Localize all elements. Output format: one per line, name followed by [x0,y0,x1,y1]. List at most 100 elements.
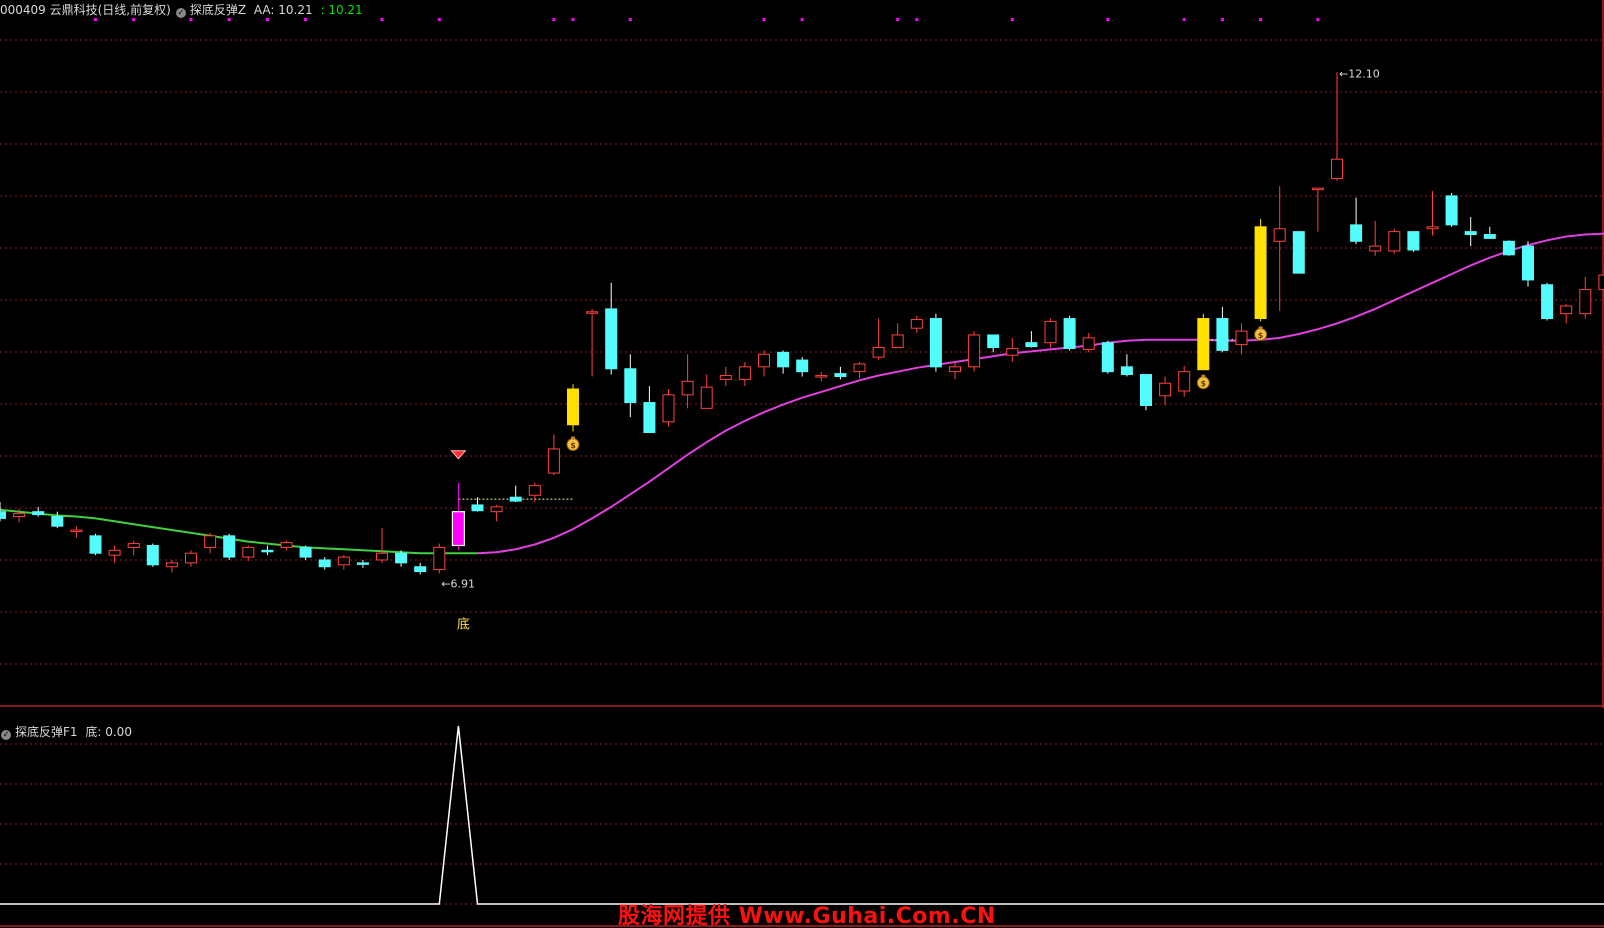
settings-circle-icon[interactable]: ✓ [175,8,186,18]
candle-body [1445,195,1458,226]
candle [395,550,408,567]
candle [185,550,197,567]
candle [1350,197,1363,245]
top-signal-dot [437,18,441,21]
candle [681,354,694,409]
candle-body [777,351,790,368]
candle [605,282,618,375]
candle [796,357,809,377]
red-gem-icon [450,450,467,460]
candle-body [624,368,637,404]
indicator-name: 探底反弹Z [189,3,247,17]
candle-body [1273,228,1286,242]
candle-body [433,546,446,571]
candle [280,540,293,551]
candle-body [1082,337,1095,350]
candle-body [949,366,961,373]
candle-body [1369,245,1382,252]
candle-body [929,318,942,368]
candle-body [261,549,274,553]
candle [910,315,923,334]
candle [719,366,732,387]
candle-body [1311,187,1324,191]
candle [165,559,178,573]
top-signal-dot [1106,18,1110,21]
candle [204,532,217,554]
candle [1082,333,1095,353]
candle-body [1063,318,1076,349]
candle [1560,304,1573,324]
candle [586,308,599,377]
candle [1006,337,1019,362]
candle [700,374,713,409]
candle-body [1541,284,1554,320]
candle-body [165,562,178,568]
candle [1407,231,1420,252]
indicator-panel[interactable] [0,708,1604,928]
money-bag-glyph: $ [570,441,576,450]
top-signal-dot [628,18,632,21]
candle [949,362,961,380]
top-signal-dot [552,18,556,21]
candle [1063,315,1076,351]
candle-body [32,511,45,516]
candle [738,362,751,387]
candle-body [834,373,847,377]
candle [1120,354,1133,377]
candle-body [242,546,255,558]
candle-body [280,542,293,548]
candle [490,504,503,522]
candle-body [567,388,579,426]
candlestick-series [0,72,1604,575]
candle-body [1292,231,1305,274]
candle [127,540,140,556]
candle-body [547,448,560,474]
candle-body [509,496,522,502]
candle [261,545,274,556]
candle-body [414,566,427,573]
candle [337,555,350,570]
candle [414,562,427,575]
price-chart-panel[interactable]: ←6.91 底 $ $ $ ←12.10 [0,0,1604,708]
top-signal-dot [896,18,900,21]
aa-label: AA: 10.21 [253,3,313,17]
candle [643,386,656,433]
top-signal-dot [800,18,804,21]
candle-body [127,543,140,548]
candle-body [337,556,350,566]
money-bag-neck [571,436,575,440]
candle [1311,187,1324,232]
kline-chart-window: ←6.91 底 $ $ $ ←12.10 000409 云鼎科技(日线,前复权) ✓ 探底反弹… [0,0,1604,928]
candle [1331,72,1343,181]
candle [1178,365,1191,397]
candle [89,533,102,556]
top-signal-dot [1220,18,1224,21]
signal-markers: ←6.91 底 $ $ $ ←12.10 [441,67,1379,632]
candle [0,502,6,522]
top-signal-dot [1259,18,1263,21]
candle-body [1407,231,1420,251]
candle [1254,219,1267,322]
price-grid [0,0,1604,708]
candle-body [1426,226,1439,230]
candle-body [1044,320,1057,344]
candle [834,366,847,380]
high-price-label: ←12.10 [1339,67,1380,80]
candle [1197,313,1210,371]
candle-body [1235,330,1248,346]
candle-body [700,386,713,409]
top-signal-dot [380,18,384,21]
candle-body [490,506,503,513]
candle-body [1522,245,1534,281]
candle-body [1464,231,1477,236]
candle-body [1197,318,1210,371]
candle [1273,186,1286,311]
candle-body [1120,366,1133,376]
candle-body [0,511,6,519]
stock-code-name: 000409 云鼎科技(日线,前复权) [0,3,171,17]
money-bag-glyph: $ [1201,379,1207,388]
settings-circle-icon[interactable]: ✓ [1,730,11,740]
candle [1292,231,1305,274]
candle-body [1388,231,1401,252]
candle [318,557,331,570]
